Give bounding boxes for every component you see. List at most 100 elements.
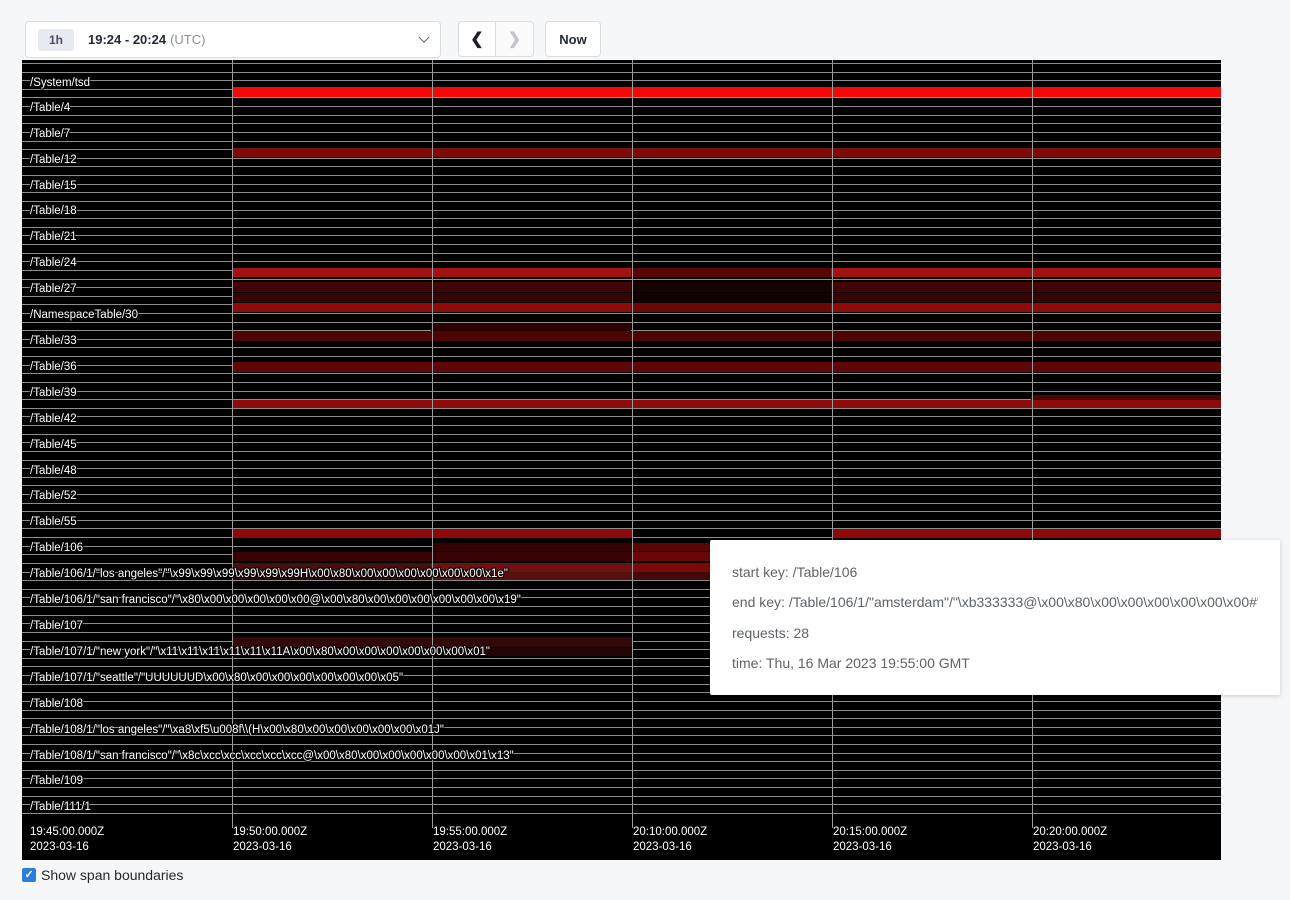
- row-label: /Table/39: [30, 386, 77, 400]
- time-range-select[interactable]: 1h 19:24 - 20:24 (UTC): [25, 21, 441, 58]
- span-boundary-line: [22, 778, 1221, 779]
- span-boundary-line: [22, 63, 1221, 64]
- axis-date-label: 2023-03-16: [633, 841, 692, 853]
- span-boundary-line: [22, 701, 1221, 702]
- axis-date-label: 2023-03-16: [233, 841, 292, 853]
- row-label: /Table/27: [30, 282, 77, 296]
- now-button[interactable]: Now: [545, 21, 601, 57]
- row-label: /Table/42: [30, 412, 77, 426]
- span-boundary-line: [22, 158, 1221, 159]
- span-boundary-line: [22, 132, 1221, 133]
- span-boundary-line: [22, 210, 1221, 211]
- tooltip-line: time: Thu, 16 Mar 2023 19:55:00 GMT: [732, 655, 1258, 671]
- row-label: /Table/7: [30, 127, 70, 141]
- time-gridline: [1032, 60, 1033, 820]
- span-boundary-line: [22, 494, 1221, 495]
- span-boundary-line: [22, 787, 1221, 788]
- span-boundary-line: [22, 391, 1221, 392]
- keyvis-canvas[interactable]: /System/tsd/Table/4/Table/7/Table/12/Tab…: [22, 60, 1221, 860]
- span-boundary-line: [22, 485, 1221, 486]
- tooltip-line: start key: /Table/106: [732, 564, 1258, 580]
- axis-date-label: 2023-03-16: [433, 841, 492, 853]
- span-boundary-line: [22, 718, 1221, 719]
- time-range-text: 19:24 - 20:24: [88, 32, 166, 47]
- row-label: /Table/52: [30, 489, 77, 503]
- heat-band: [232, 87, 1221, 97]
- row-label: /System/tsd: [30, 76, 90, 90]
- axis-time-label: 19:45:00.000Z: [30, 826, 104, 838]
- time-gridline: [632, 60, 633, 820]
- heat-band: [631, 293, 831, 302]
- row-label: /Table/111/1: [30, 800, 91, 814]
- row-label: /Table/45: [30, 438, 77, 452]
- row-label: /Table/24: [30, 256, 77, 270]
- span-boundary-line: [22, 218, 1221, 219]
- heat-band: [631, 268, 831, 277]
- axis-date-label: 2023-03-16: [833, 841, 892, 853]
- row-label: /Table/33: [30, 334, 77, 348]
- heat-band: [631, 282, 831, 292]
- span-boundary-line: [22, 813, 1221, 814]
- span-boundary-line: [22, 184, 1221, 185]
- show-span-boundaries-control[interactable]: ✓ Show span boundaries: [22, 867, 183, 883]
- show-span-boundaries-checkbox[interactable]: ✓: [22, 868, 36, 882]
- row-label: /Table/106/1/"los angeles"/"\x99\x99\x99…: [30, 567, 508, 581]
- axis-time-label: 20:15:00.000Z: [833, 826, 907, 838]
- span-boundary-line: [22, 97, 1221, 98]
- row-label: /Table/4: [30, 101, 70, 115]
- axis-date-label: 2023-03-16: [1033, 841, 1092, 853]
- next-range-button[interactable]: ❯: [496, 21, 534, 57]
- row-label: /Table/12: [30, 153, 77, 167]
- axis-date-label: 2023-03-16: [30, 841, 89, 853]
- row-label: /Table/36: [30, 360, 77, 374]
- row-label: /Table/48: [30, 464, 77, 478]
- span-boundary-line: [22, 313, 1221, 314]
- span-boundary-line: [22, 279, 1221, 280]
- time-nav-group: ❮ ❯: [458, 21, 534, 57]
- heat-band: [831, 282, 1221, 292]
- key-visualizer-page: 1h 19:24 - 20:24 (UTC) ❮ ❯ Now /System/t…: [0, 0, 1290, 900]
- heat-band: [832, 529, 1221, 538]
- chevron-down-icon: [418, 31, 429, 42]
- span-boundary-line: [22, 503, 1221, 504]
- heat-band: [831, 293, 1221, 302]
- span-boundary-line: [22, 253, 1221, 254]
- axis-time-label: 19:55:00.000Z: [433, 826, 507, 838]
- span-boundary-line: [22, 192, 1221, 193]
- span-boundary-line: [22, 123, 1221, 124]
- span-boundary-line: [22, 416, 1221, 417]
- span-boundary-line: [22, 770, 1221, 771]
- time-gridline: [832, 60, 833, 820]
- span-boundary-line: [22, 235, 1221, 236]
- span-boundary-line: [22, 442, 1221, 443]
- axis-time-label: 20:20:00.000Z: [1033, 826, 1107, 838]
- heat-band: [632, 572, 710, 580]
- row-label: /Table/108/1/"san francisco"/"\x8c\xcc\x…: [30, 749, 514, 763]
- tooltip-line: requests: 28: [732, 625, 1258, 641]
- heat-band: [232, 400, 1221, 408]
- span-boundary-line: [22, 356, 1221, 357]
- row-label: /Table/15: [30, 179, 77, 193]
- row-label: /Table/107/1/"seattle"/"UUUUUUD\x00\x80\…: [30, 671, 403, 685]
- heat-band: [632, 552, 710, 561]
- heat-band: [831, 303, 1221, 312]
- span-boundary-line: [22, 175, 1221, 176]
- time-gridline: [232, 60, 233, 820]
- span-boundary-line: [22, 201, 1221, 202]
- heat-band: [831, 268, 1221, 277]
- span-boundary-line: [22, 520, 1221, 521]
- span-boundary-line: [22, 477, 1221, 478]
- span-boundary-line: [22, 141, 1221, 142]
- keyvis-tooltip: start key: /Table/106 end key: /Table/106…: [710, 540, 1280, 695]
- row-label: /Table/107: [30, 619, 83, 633]
- tooltip-line: end key: /Table/106/1/"amsterdam"/"\xb33…: [732, 594, 1258, 610]
- duration-badge: 1h: [38, 29, 74, 51]
- span-boundary-line: [22, 80, 1221, 81]
- heat-band: [632, 543, 710, 551]
- heat-band: [232, 331, 1221, 341]
- span-boundary-line: [22, 382, 1221, 383]
- prev-range-button[interactable]: ❮: [458, 21, 496, 57]
- span-boundary-line: [22, 434, 1221, 435]
- span-boundary-line: [22, 227, 1221, 228]
- axis-time-label: 20:10:00.000Z: [633, 826, 707, 838]
